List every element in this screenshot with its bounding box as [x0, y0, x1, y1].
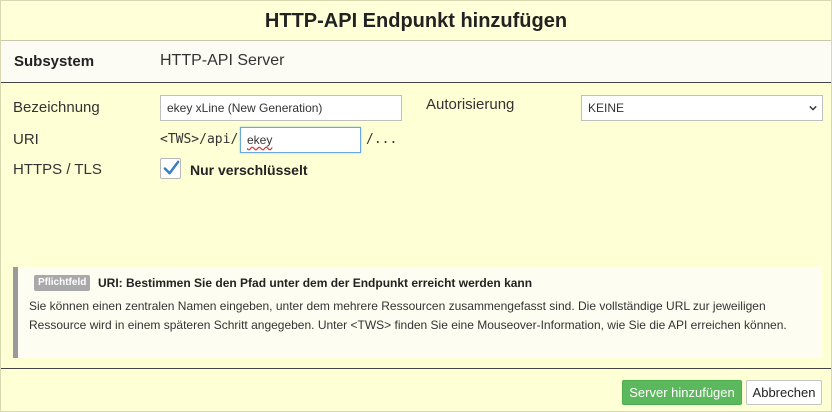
checkmark-icon: [163, 160, 180, 175]
required-badge: Pflichtfeld: [34, 275, 91, 291]
subsystem-row: Subsystem HTTP-API Server: [1, 41, 831, 83]
add-server-button[interactable]: Server hinzufügen: [622, 380, 742, 405]
footer-divider: [1, 368, 831, 369]
autorisierung-select[interactable]: KEINE: [581, 95, 823, 121]
bezeichnung-input[interactable]: ekey xLine (New Generation): [160, 95, 402, 121]
uri-label: URI: [13, 131, 39, 148]
autorisierung-label: Autorisierung: [426, 96, 515, 113]
hint-text: Sie können einen zentralen Namen eingebe…: [29, 299, 787, 332]
add-endpoint-dialog: HTTP-API Endpunkt hinzufügen Subsystem H…: [0, 0, 832, 412]
uri-suffix: /...: [366, 132, 398, 147]
bezeichnung-label: Bezeichnung: [13, 99, 100, 116]
uri-prefix[interactable]: <TWS>/api/: [160, 132, 238, 147]
uri-input[interactable]: ekey: [240, 127, 361, 153]
hint-box: Pflichtfeld URI: Bestimmen Sie den Pfad …: [13, 267, 822, 358]
cancel-button[interactable]: Abbrechen: [746, 380, 822, 405]
subsystem-label: Subsystem: [14, 53, 95, 70]
subsystem-value: HTTP-API Server: [160, 52, 285, 69]
https-label: HTTPS / TLS: [13, 161, 102, 178]
uri-input-value: ekey: [247, 133, 273, 147]
autorisierung-selected-value: KEINE: [588, 101, 625, 115]
chevron-down-icon: [809, 105, 817, 111]
hint-title: URI: Bestimmen Sie den Pfad unter dem de…: [98, 276, 533, 290]
https-checkbox-label[interactable]: Nur verschlüsselt: [190, 162, 308, 178]
https-checkbox[interactable]: [160, 158, 181, 179]
dialog-title: HTTP-API Endpunkt hinzufügen: [1, 1, 831, 41]
